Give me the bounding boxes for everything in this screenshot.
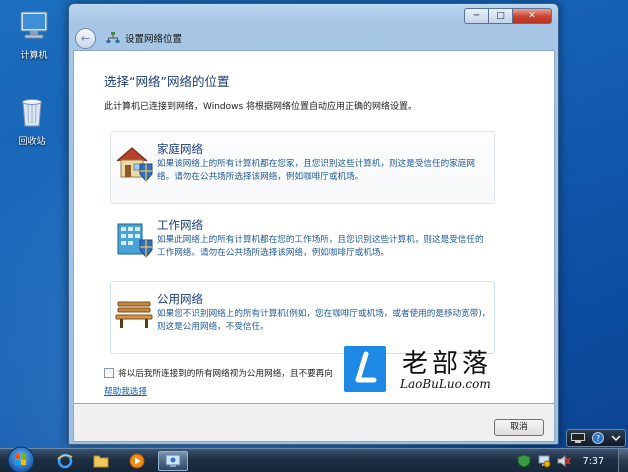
show-desktop-button[interactable] <box>618 449 628 472</box>
minimize-button[interactable]: ─ <box>464 8 488 24</box>
desktop-icon-label: 回收站 <box>18 137 46 147</box>
taskbar-clock[interactable]: 7:37 <box>583 456 604 467</box>
computer-icon <box>20 11 48 39</box>
back-button[interactable]: ← <box>75 27 96 49</box>
maximize-button[interactable]: □ <box>488 8 512 24</box>
taskbar: 7:37 <box>0 445 628 472</box>
help-me-choose-link[interactable]: 帮助我选择 <box>104 385 147 397</box>
recycle-bin-icon <box>22 99 42 127</box>
treat-all-public-checkbox[interactable] <box>104 368 114 378</box>
work-network-option[interactable]: 工作网络 如果此网络上的所有计算机都在您的工作场所，且您识别这些计算机，则这是受… <box>110 207 495 280</box>
watermark-english-text: LaoBuLuo.com <box>400 377 491 391</box>
taskbar-media-player[interactable] <box>122 451 152 471</box>
option-title: 工作网络 <box>157 218 203 232</box>
page-heading: 选择“网络”网络的位置 <box>104 74 230 89</box>
option-title: 公用网络 <box>157 292 203 306</box>
taskbar-internet-explorer[interactable] <box>50 451 80 471</box>
volume-muted-icon[interactable] <box>557 454 571 468</box>
folder-icon <box>93 455 109 468</box>
desktop-icon-recycle-bin[interactable]: 回收站 <box>4 96 60 147</box>
watermark: 老部落 LaoBuLuo.com <box>344 345 524 395</box>
internet-explorer-icon <box>57 453 73 469</box>
window-title: 设置网络位置 <box>125 34 183 45</box>
option-description: 如果您不识别网络上的所有计算机(例如，您在咖啡厅或机场，或者使用的是移动宽带)，… <box>157 309 491 332</box>
desktop-icon-computer[interactable]: 计算机 <box>6 10 62 61</box>
system-tray: 7:37 <box>511 449 628 472</box>
help-icon[interactable]: ? <box>591 432 604 444</box>
park-bench-icon <box>115 301 153 328</box>
watermark-logo <box>344 346 386 392</box>
option-title: 家庭网络 <box>157 142 203 156</box>
house-icon <box>116 147 153 182</box>
cancel-button[interactable]: 取消 <box>494 419 544 436</box>
taskbar-network-setup[interactable] <box>158 451 188 471</box>
network-tray-icon[interactable] <box>537 454 551 468</box>
option-description: 如果此网络上的所有计算机都在您的工作场所，且您识别这些计算机，则这是受信任的工作… <box>157 235 484 258</box>
tray-flyout: ? <box>566 429 626 447</box>
treat-all-public-row: 将以后我所连接到的所有网络视为公用网络，且不要再向 <box>104 367 333 379</box>
watermark-logo-glyph <box>355 351 377 383</box>
checkbox-label: 将以后我所连接到的所有网络视为公用网络，且不要再向 <box>118 369 333 379</box>
security-shield-icon[interactable] <box>517 454 531 468</box>
network-icon <box>106 32 120 43</box>
monitor-icon[interactable] <box>570 433 585 443</box>
option-description: 如果该网络上的所有计算机都在您家，且您识别这些计算机，则这是受信任的家庭网络。请… <box>157 159 475 182</box>
close-button[interactable]: ✕ <box>512 8 552 24</box>
svg-text:?: ? <box>596 434 600 443</box>
chevron-down-icon[interactable] <box>611 434 621 442</box>
start-button[interactable] <box>4 445 38 472</box>
window-controls: ─ □ ✕ <box>464 8 552 24</box>
watermark-chinese-text: 老部落 <box>402 349 493 379</box>
arrow-left-icon: ← <box>80 31 91 45</box>
dialog-footer: 取消 <box>73 404 555 442</box>
navigation-bar: ← 设置网络位置 <box>75 26 182 50</box>
page-description: 此计算机已连接到网络，Windows 将根据网络位置自动应用正确的网络设置。 <box>104 102 418 112</box>
home-network-option[interactable]: 家庭网络 如果该网络上的所有计算机都在您家，且您识别这些计算机，则这是受信任的家… <box>110 131 495 204</box>
taskbar-file-explorer[interactable] <box>86 451 116 471</box>
media-player-icon <box>129 453 145 469</box>
office-building-icon <box>117 223 153 258</box>
desktop-icon-label: 计算机 <box>20 51 48 61</box>
network-setup-icon <box>165 454 181 467</box>
